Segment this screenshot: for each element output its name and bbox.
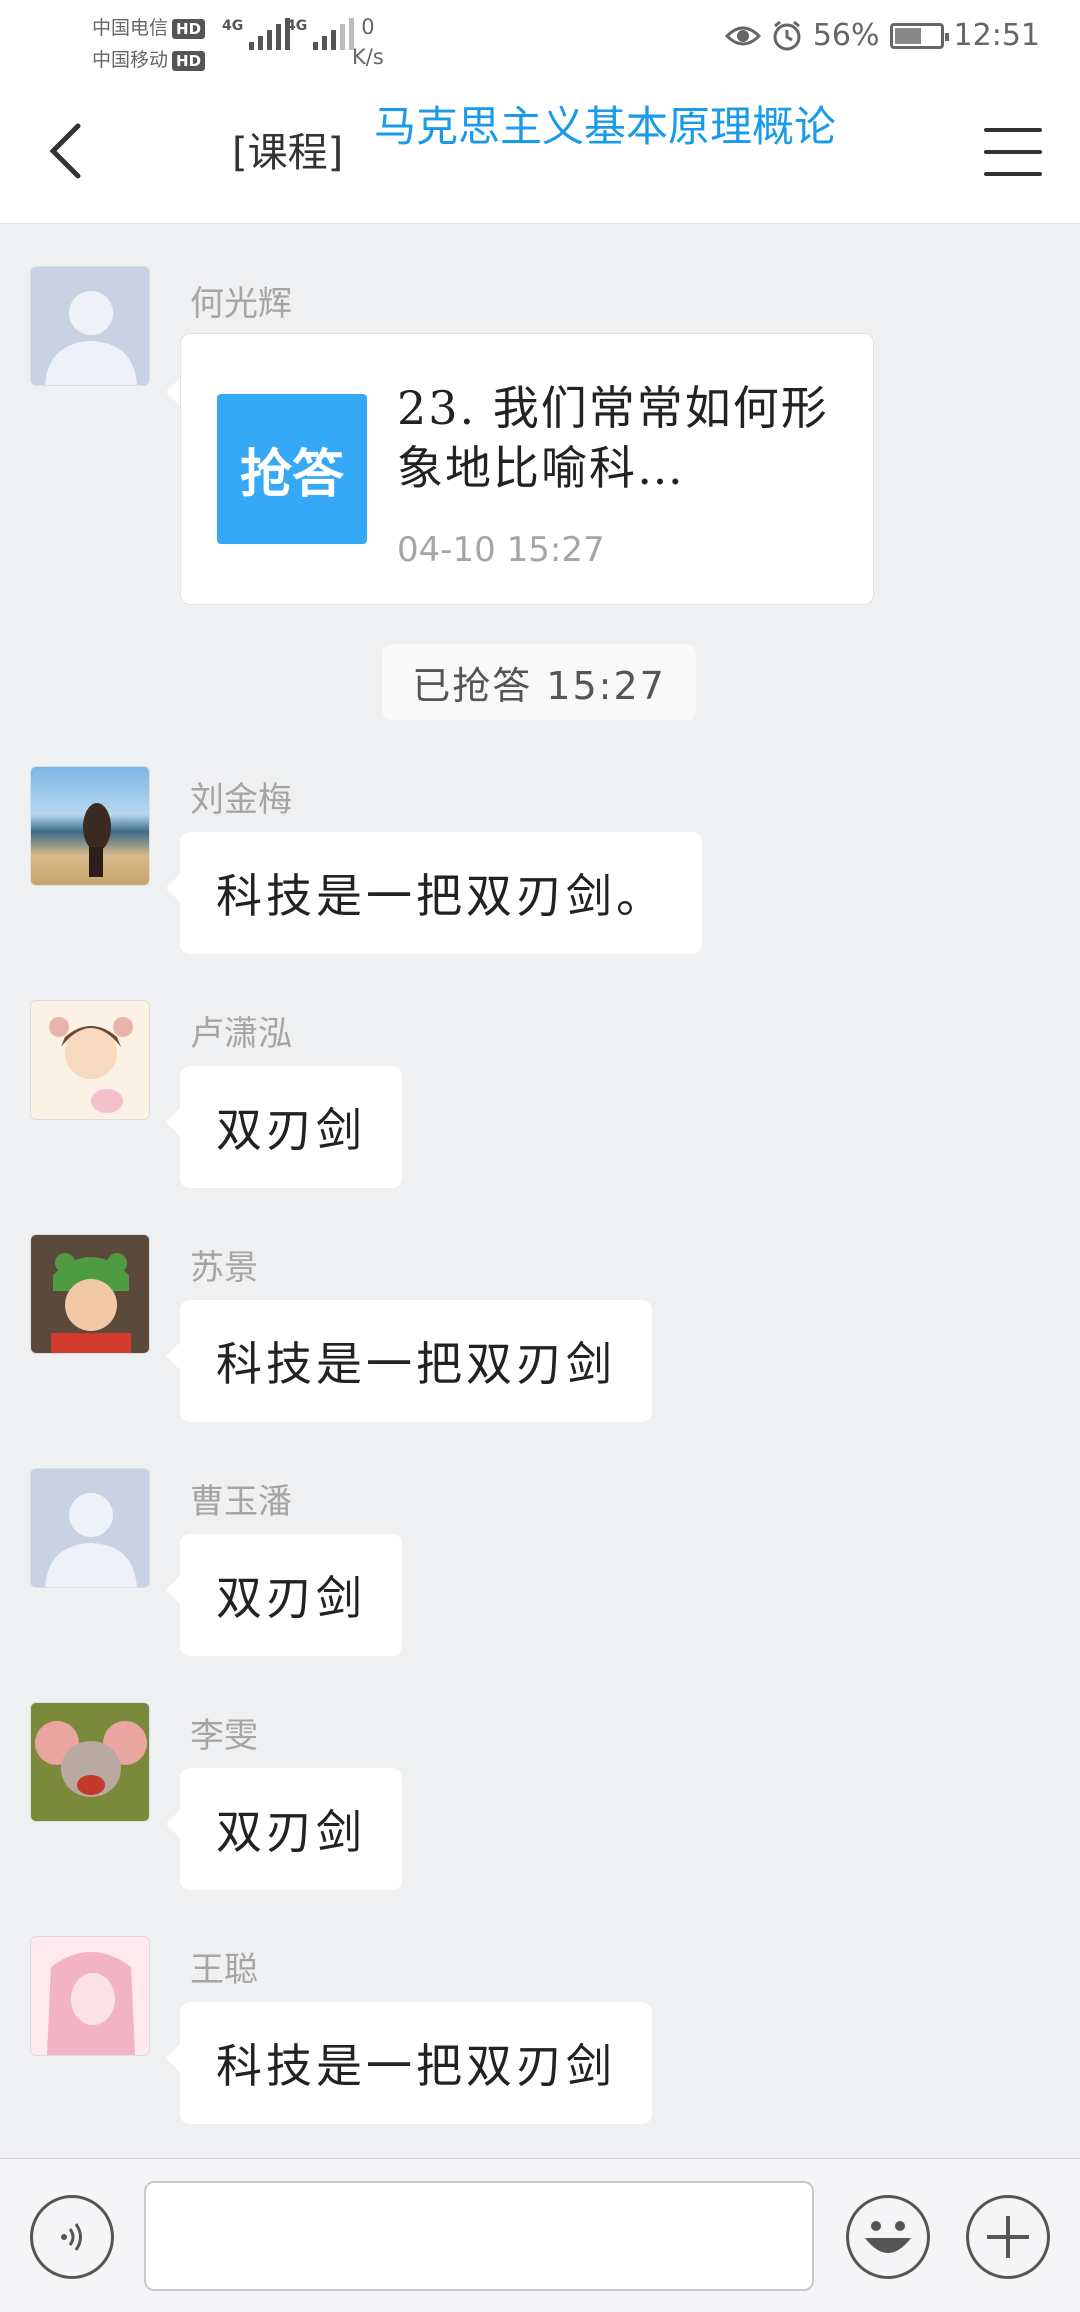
sender-name: 苏景 [190, 1248, 258, 1288]
question-card[interactable]: 抢答 23. 我们常常如何形象地比喻科… 04-10 15:27 [166, 333, 874, 605]
message-bubble[interactable]: 科技是一把双刃剑 [166, 1300, 652, 1422]
menu-button[interactable] [984, 128, 1042, 176]
net-speed-unit: K/s [352, 45, 384, 69]
chat-header: [课程] 马克思主义基本原理概论 [0, 80, 1080, 224]
network-type-2: 4G [286, 18, 308, 34]
cartoon-mouse-icon [35, 1721, 147, 1797]
status-bar: 中国电信 HD 中国移动 HD 4G 4G 0 K/s 56% 12:51 [0, 0, 1080, 80]
avatar[interactable] [30, 1234, 150, 1354]
sender-name: 王聪 [190, 1950, 258, 1990]
question-text: 23. 我们常常如何形象地比喻科… [397, 381, 829, 495]
avatar[interactable] [30, 766, 150, 886]
battery-percent: 56% [812, 18, 880, 53]
question-time: 04-10 15:27 [397, 530, 605, 570]
clock: 12:51 [953, 18, 1040, 53]
message-bubble[interactable]: 科技是一把双刃剑 [166, 2002, 652, 2124]
menu-icon [984, 128, 1042, 132]
carrier-1: 中国电信 [92, 17, 169, 39]
anime-character-icon [47, 1952, 135, 2055]
battery-icon [889, 22, 949, 49]
message-bubble[interactable]: 双刃剑 [166, 1066, 402, 1188]
hd-badge-2: HD [172, 51, 206, 71]
input-bar [0, 2158, 1080, 2312]
emoji-button[interactable] [846, 2195, 930, 2279]
voice-button[interactable] [30, 2195, 114, 2279]
net-speed: 0 K/s [352, 12, 384, 72]
avatar[interactable] [30, 1000, 150, 1120]
back-arrow-icon [49, 123, 81, 179]
system-note: 已抢答 15:27 [382, 644, 696, 720]
sender-name: 李雯 [190, 1716, 258, 1756]
quick-answer-badge: 抢答 [217, 394, 367, 544]
course-tag: [课程] [232, 130, 344, 176]
child-photo-icon [51, 1253, 131, 1353]
signal-icon-1: 4G [222, 18, 291, 50]
back-button[interactable] [30, 116, 100, 186]
avatar-default[interactable] [30, 266, 150, 386]
message-bubble[interactable]: 科技是一把双刃剑。 [166, 832, 702, 954]
person-photo-icon [83, 803, 111, 877]
voice-icon [61, 2223, 82, 2251]
carrier-info: 中国电信 HD 中国移动 HD [92, 12, 206, 76]
sender-name: 曹玉潘 [190, 1482, 292, 1522]
message-input[interactable] [144, 2181, 814, 2291]
default-avatar-icon [45, 1493, 137, 1587]
sender-name: 卢潇泓 [190, 1014, 292, 1054]
sender-name: 刘金梅 [190, 780, 292, 820]
more-button[interactable] [966, 2195, 1050, 2279]
avatar[interactable] [30, 1936, 150, 2056]
sender-name: 何光辉 [190, 284, 292, 324]
avatar[interactable] [30, 1702, 150, 1822]
cartoon-character-icon [49, 1017, 133, 1113]
avatar-default[interactable] [30, 1468, 150, 1588]
default-avatar-icon [45, 291, 137, 385]
signal-icon-2: 4G [286, 18, 355, 50]
net-speed-value: 0 [361, 15, 375, 39]
page-title: 马克思主义基本原理概论 [373, 102, 836, 151]
carrier-2: 中国移动 [92, 49, 169, 71]
alarm-icon [773, 20, 801, 50]
plus-icon [987, 2216, 1029, 2258]
message-bubble[interactable]: 双刃剑 [166, 1768, 402, 1890]
hd-badge-1: HD [172, 19, 206, 39]
network-type-1: 4G [222, 18, 244, 34]
message-bubble[interactable]: 双刃剑 [166, 1534, 402, 1656]
emoji-icon [865, 2221, 911, 2253]
status-right: 56% 12:51 [724, 18, 1040, 53]
eye-icon [724, 26, 761, 45]
